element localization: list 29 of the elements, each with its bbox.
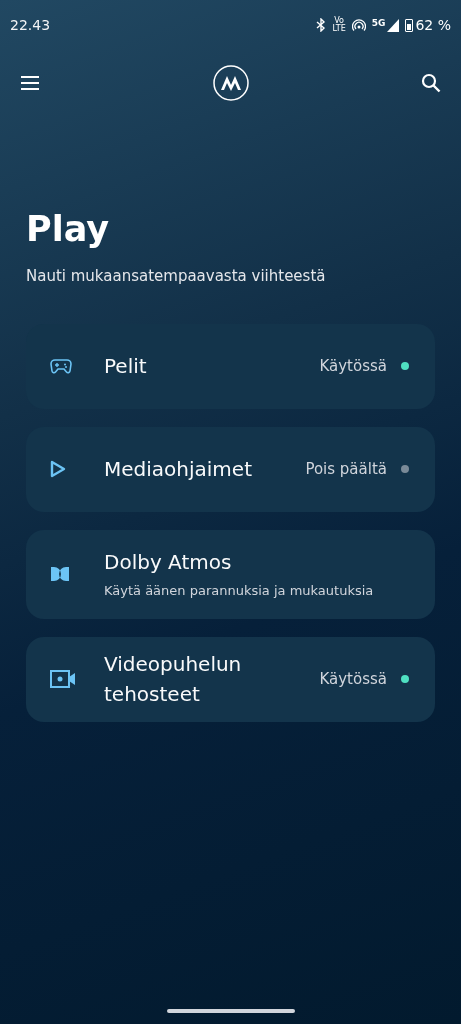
gamepad-icon <box>50 358 72 374</box>
hotspot-icon <box>351 19 366 31</box>
signal-icon <box>387 18 400 32</box>
settings-card[interactable]: Mediaohjaimet Pois päältä <box>26 426 435 512</box>
search-icon[interactable] <box>419 71 443 95</box>
settings-card[interactable]: Videopuhelun tehosteet Käytössä <box>26 636 435 722</box>
double-d-icon <box>50 567 70 581</box>
volte-label: LTE <box>332 25 346 33</box>
video-camera-icon <box>50 670 76 688</box>
page-subtitle: Nauti mukaansatempaavasta viihteestä <box>26 266 327 287</box>
play-icon <box>50 460 66 478</box>
battery-percent: 62 % <box>415 15 451 35</box>
bluetooth-icon <box>316 18 327 32</box>
page-title: Play <box>26 212 110 247</box>
battery-icon <box>405 18 414 32</box>
settings-card[interactable]: Dolby Atmos Käytä äänen parannuksia ja mukautuksia <box>26 529 435 619</box>
status-label: Käytössä <box>319 355 387 377</box>
volte-label: Vo <box>334 17 344 25</box>
settings-card[interactable]: Pelit Käytössä <box>26 323 435 409</box>
status-label: Käytössä <box>319 668 387 690</box>
status-time: 22.43 <box>10 15 51 35</box>
network-label: 5G <box>371 18 386 28</box>
status-label: Pois päältä <box>305 458 387 480</box>
card-title: Mediaohjaimet <box>104 456 253 483</box>
card-subtitle: Käytä äänen parannuksia ja mukautuksia <box>104 582 375 601</box>
card-title: Pelit <box>104 353 148 380</box>
logo-icon <box>212 65 249 101</box>
card-title: Videopuhelun tehosteet <box>104 651 243 708</box>
card-title: Dolby Atmos <box>104 549 233 577</box>
